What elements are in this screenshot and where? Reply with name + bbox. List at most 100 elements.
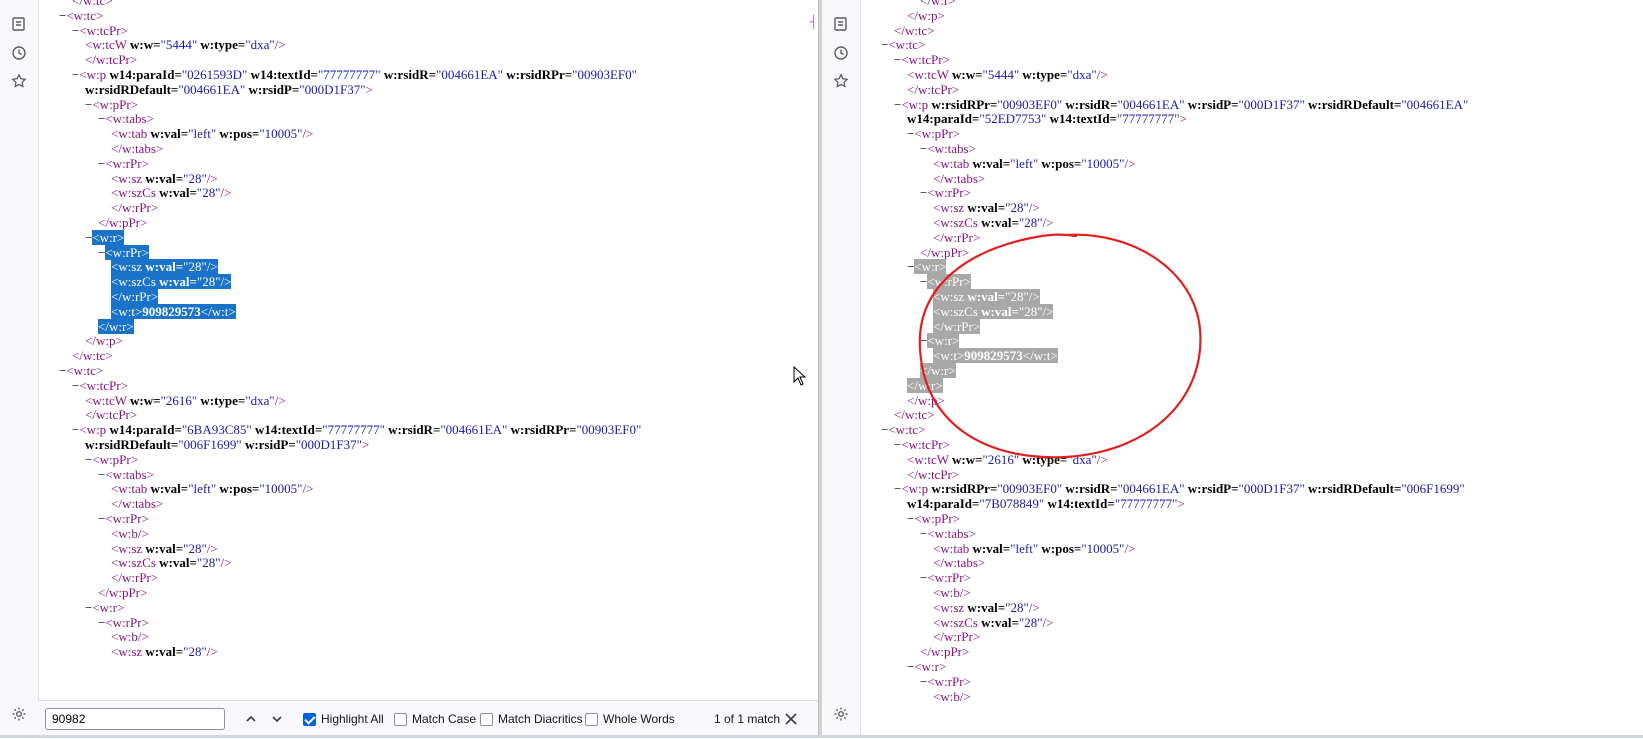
reader-view-icon[interactable] xyxy=(9,14,29,34)
xml-token-attr: w:w= xyxy=(130,392,161,408)
history-icon[interactable] xyxy=(831,43,851,63)
xml-token-tag: </w:rPr> xyxy=(111,289,159,304)
history-icon[interactable] xyxy=(9,43,29,63)
xml-token-tag: /> xyxy=(302,481,314,497)
xml-token-val: "left" xyxy=(188,481,220,497)
xml-token-attr: w:type= xyxy=(200,392,246,408)
xml-line: −<w:tcPr> xyxy=(894,52,950,67)
xml-token-attr: w14:textId= xyxy=(250,67,318,82)
xml-token-tag: <w:tcPr> xyxy=(79,22,128,38)
xml-token-attr: w:w= xyxy=(130,37,161,53)
xml-line-content: <w:rPr> xyxy=(105,156,149,171)
xml-line: −<w:pPr> xyxy=(85,452,138,467)
xml-token-tag: /> xyxy=(206,259,218,275)
checkbox-checked-icon[interactable] xyxy=(303,712,316,726)
xml-line-content: <w:szCs w:val="28"/> xyxy=(111,555,231,570)
xml-token-tag: <w:tab xyxy=(111,481,151,497)
split-marker-icon: ┤ xyxy=(810,15,818,29)
xml-line-content: <w:tcPr> xyxy=(901,52,950,67)
left-xml-pane[interactable]: </w:tc> −<w:tc> −<w:tcPr> <w:tcW w:w="5444"… xyxy=(0,0,820,738)
xml-line-content: w:rsidRDefault="006F1699" w:rsidP="000D1… xyxy=(85,437,369,452)
xml-token-tag: <w:p xyxy=(901,96,932,112)
xml-token-tag: </w:tcPr> xyxy=(907,81,960,97)
close-findbar-button[interactable] xyxy=(782,710,800,728)
xml-line: w:rsidRDefault="004661EA" w:rsidP="000D1… xyxy=(85,82,373,97)
xml-token-tag: <w:szCs xyxy=(111,274,160,290)
xml-token-val: "6BA93C85" xyxy=(181,422,255,438)
xml-token-tag: /> xyxy=(274,392,286,408)
xml-token-tag: <w:pPr> xyxy=(914,511,961,526)
xml-line-content: w14:paraId="52ED7753" w14:textId="777777… xyxy=(907,111,1187,126)
xml-line: </w:tabs> xyxy=(933,171,985,186)
xml-line: <w:sz w:val="28"/> xyxy=(111,541,218,556)
bookmark-star-icon[interactable] xyxy=(831,71,851,91)
xml-token-attr: w:rsidRPr= xyxy=(931,96,998,112)
mouse-cursor-icon xyxy=(793,366,807,386)
xml-token-tag: <w:rPr> xyxy=(927,673,971,689)
xml-line: −<w:tcPr> xyxy=(72,378,128,393)
match-case-checkbox[interactable]: Match Case xyxy=(394,712,476,726)
xml-line-content: <w:p w:rsidRPr="00903EF0" w:rsidR="00466… xyxy=(901,481,1464,496)
bookmark-star-icon[interactable] xyxy=(9,71,29,91)
xml-token-tag: <w:p xyxy=(79,67,110,82)
find-next-button[interactable] xyxy=(268,710,286,728)
xml-line-content: <w:tcW w:w="5444" w:type="dxa"/> xyxy=(907,67,1108,82)
xml-line-content: </w:rPr> xyxy=(933,629,980,644)
xml-line-content: </w:rPr> xyxy=(111,570,158,585)
xml-token-tag: <w:rPr> xyxy=(105,511,149,526)
xml-token-val: "28" xyxy=(1005,200,1029,216)
xml-token-tag: /> xyxy=(302,126,314,142)
xml-token-val: "00903EF0" xyxy=(997,481,1066,497)
xml-line: −<w:pPr> xyxy=(85,97,138,112)
xml-line-content: <w:tc> xyxy=(66,363,103,378)
xml-token-tag: <w:tc> xyxy=(66,7,104,23)
xml-token-tag: /> xyxy=(1028,200,1040,216)
xml-line: </w:tc> xyxy=(894,23,935,38)
reader-view-icon[interactable] xyxy=(831,14,851,34)
xml-token-attr: w:w= xyxy=(952,67,983,82)
xml-line-content: </w:tabs> xyxy=(933,555,985,570)
xml-line: <w:t>909829573</w:t> xyxy=(111,303,236,319)
xml-line: </w:tabs> xyxy=(933,555,985,570)
xml-line-content: <w:rPr> xyxy=(105,615,149,630)
xml-token-attr: w:val= xyxy=(150,126,189,142)
xml-line: −<w:r> xyxy=(907,659,946,674)
checkbox-unchecked-icon[interactable] xyxy=(585,712,598,726)
xml-token-attr: w14:paraId= xyxy=(109,67,182,82)
xml-token-val: "28" xyxy=(196,274,221,290)
whole-words-checkbox[interactable]: Whole Words xyxy=(585,712,675,726)
xml-token-tag: <w:sz xyxy=(933,200,968,216)
xml-line-content: <w:sz w:val="28"/> xyxy=(111,541,218,556)
xml-token-val: "004661EA" xyxy=(436,67,507,82)
settings-gear-icon[interactable] xyxy=(831,704,851,724)
settings-gear-icon[interactable] xyxy=(9,704,29,724)
checkbox-unchecked-icon[interactable] xyxy=(394,712,407,726)
xml-line-content: <w:r> xyxy=(914,659,946,674)
xml-token-attr: w14:textId= xyxy=(1049,111,1117,127)
xml-token-tag: </w:pPr> xyxy=(98,585,148,600)
xml-token-tag: <w:tcW xyxy=(907,67,952,82)
xml-line: −<w:pPr> xyxy=(907,511,960,526)
find-previous-button[interactable] xyxy=(242,710,260,728)
match-diacritics-checkbox[interactable]: Match Diacritics xyxy=(480,712,583,726)
xml-token-tag: </w:r> xyxy=(98,318,134,334)
xml-line-content: </w:tcPr> xyxy=(907,82,959,97)
xml-line: <w:tab w:val="left" w:pos="10005"/> xyxy=(933,156,1135,171)
xml-token-val: "dxa" xyxy=(245,392,275,408)
xml-tree-left[interactable]: </w:tc> −<w:tc> −<w:tcPr> <w:tcW w:w="5444"… xyxy=(40,0,820,738)
xml-token-tag: > xyxy=(1179,111,1187,127)
find-input[interactable] xyxy=(45,708,225,730)
xml-line-content: <w:b/> xyxy=(933,689,971,704)
xml-token-tag: <w:szCs xyxy=(111,185,160,201)
xml-token-attr: w:rsidRPr= xyxy=(506,67,573,82)
xml-token-tag: </w:rPr> xyxy=(933,629,981,645)
xml-token-attr: w:val= xyxy=(972,155,1011,171)
xml-token-tag: <w:r> xyxy=(92,229,125,245)
xml-token-tag: <w:sz xyxy=(933,599,968,615)
xml-token-tag: /> xyxy=(206,644,218,660)
xml-token-tag: <w:sz xyxy=(111,170,146,186)
checkbox-unchecked-icon[interactable] xyxy=(480,712,493,726)
xml-token-tag: <w:sz xyxy=(111,540,146,556)
highlight-all-checkbox[interactable]: Highlight All xyxy=(303,712,384,726)
xml-token-tag: </w:tcPr> xyxy=(85,52,138,68)
